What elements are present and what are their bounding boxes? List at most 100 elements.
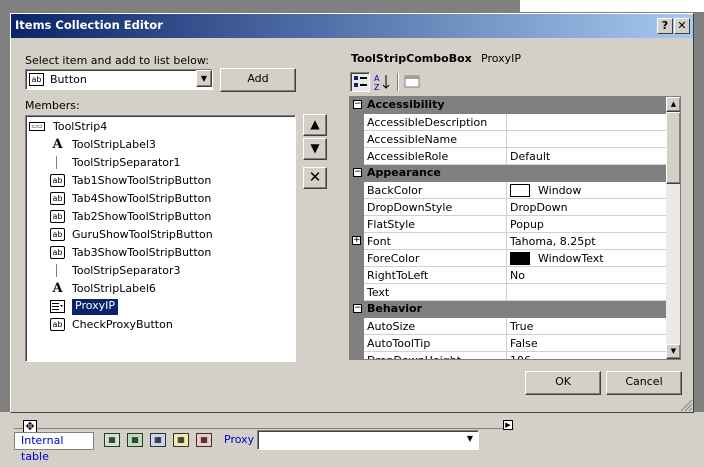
svg-text:Z: Z [374, 83, 380, 92]
list-item[interactable]: ab Tab4ShowToolStripButton [26, 190, 290, 208]
category-accessibility[interactable]: − Accessibility [350, 97, 666, 114]
property-value[interactable]: True [510, 320, 533, 333]
members-list[interactable]: ▭▭ ToolStrip4 A ToolStripLabel3 ToolStripSep… [25, 115, 296, 362]
button-icon: ab [50, 318, 65, 331]
property-value[interactable]: Tahoma, 8.25pt [510, 235, 596, 248]
list-item[interactable]: ab GuruShowToolStripButton [26, 226, 290, 244]
property-row[interactable]: AccessibleName [350, 131, 666, 148]
row-gutter [350, 352, 364, 359]
list-item[interactable]: ToolStripSeparator3 [26, 262, 290, 280]
list-item[interactable]: ab Tab2ShowToolStripButton [26, 208, 290, 226]
row-gutter [350, 114, 364, 131]
property-value[interactable]: Default [510, 150, 550, 163]
column-divider [506, 284, 507, 301]
property-row[interactable]: AccessibleRole Default [350, 148, 666, 165]
members-label: Members: [25, 99, 80, 112]
list-item[interactable]: ToolStripSeparator1 [26, 154, 290, 172]
property-value[interactable]: DropDown [510, 201, 568, 214]
property-name: AccessibleRole [367, 150, 449, 163]
grid-scrollbar[interactable]: ▲ ▼ [666, 97, 680, 359]
grid-yellow-icon[interactable]: ▦ [173, 433, 189, 447]
list-item[interactable]: ab CheckProxyButton [26, 316, 290, 334]
list-item[interactable]: A ToolStripLabel3 [26, 136, 290, 154]
property-row[interactable]: Text [350, 284, 666, 301]
category-behavior[interactable]: − Behavior [350, 301, 666, 318]
categorized-view-button[interactable] [350, 72, 370, 92]
items-collection-editor-dialog: Items Collection Editor ? ✕ Select item … [10, 13, 694, 413]
separator-icon [56, 264, 57, 277]
smart-tag-arrow-icon[interactable]: ▶ [503, 420, 513, 430]
property-name: DropDownStyle [367, 201, 453, 214]
list-item[interactable]: ▭▭ ToolStrip4 [26, 118, 290, 136]
list-item-label: CheckProxyButton [72, 318, 173, 331]
property-name: Text [367, 286, 390, 299]
grid-green-alt-icon[interactable]: ▦ [127, 433, 143, 447]
color-swatch [510, 252, 530, 265]
property-name: FlatStyle [367, 218, 416, 231]
title-bar[interactable]: Items Collection Editor ? ✕ [11, 14, 693, 38]
chevron-down-icon[interactable]: ▼ [462, 431, 478, 447]
collapse-icon[interactable]: − [353, 304, 362, 313]
tab-internal-table[interactable]: Internal table [14, 432, 94, 463]
resize-grip-icon[interactable] [679, 398, 693, 412]
collapse-icon[interactable]: − [353, 100, 362, 109]
list-item[interactable]: ab Tab3ShowToolStripButton [26, 244, 290, 262]
help-button[interactable]: ? [657, 18, 673, 34]
property-name: AccessibleDescription [367, 116, 488, 129]
list-item[interactable]: A ToolStripLabel6 [26, 280, 290, 298]
combobox-icon [50, 300, 65, 313]
grid-blue-icon[interactable]: ▦ [150, 433, 166, 447]
list-item-label: ToolStripSeparator1 [72, 156, 181, 169]
grid-red-icon[interactable]: ▦ [196, 433, 212, 447]
category-appearance[interactable]: − Appearance [350, 165, 666, 182]
property-row[interactable]: AutoToolTip False [350, 335, 666, 352]
property-value[interactable]: 106 [510, 354, 531, 359]
alphabetical-view-button[interactable]: A Z [372, 72, 392, 92]
sort-az-icon: A Z [374, 74, 390, 92]
property-row[interactable]: RightToLeft No [350, 267, 666, 284]
property-row[interactable]: ForeColor WindowText [350, 250, 666, 267]
list-item[interactable]: ab Tab1ShowToolStripButton [26, 172, 290, 190]
column-divider [506, 182, 507, 199]
proxy-combo[interactable]: ▼ [257, 430, 479, 450]
scroll-thumb[interactable] [666, 112, 680, 184]
property-row[interactable]: DropDownStyle DropDown [350, 199, 666, 216]
property-value[interactable]: WindowText [538, 252, 604, 265]
property-row[interactable]: AutoSize True [350, 318, 666, 335]
collapse-icon[interactable]: − [353, 168, 362, 177]
ok-button[interactable]: OK [525, 371, 601, 395]
delete-button[interactable]: ✕ [303, 167, 327, 189]
scroll-up-icon[interactable]: ▲ [666, 97, 680, 112]
move-down-button[interactable]: ▼ [303, 138, 327, 160]
property-row[interactable]: FlatStyle Popup [350, 216, 666, 233]
add-button[interactable]: Add [220, 68, 296, 92]
list-item-label: ToolStripLabel6 [72, 282, 156, 295]
list-item-label: ProxyIP [72, 299, 119, 315]
move-up-button[interactable]: ▲ [303, 114, 327, 136]
property-row[interactable]: DropDownHeight 106 [350, 352, 666, 359]
property-name: BackColor [367, 184, 423, 197]
property-value[interactable]: Popup [510, 218, 544, 231]
property-row[interactable]: AccessibleDescription [350, 114, 666, 131]
property-value[interactable]: No [510, 269, 525, 282]
property-row[interactable]: + Font Tahoma, 8.25pt [350, 233, 666, 250]
row-gutter [350, 182, 364, 199]
list-item[interactable]: ProxyIP [26, 298, 290, 316]
proxy-label: Proxy [224, 433, 255, 446]
property-row[interactable]: BackColor Window [350, 182, 666, 199]
item-type-combo[interactable]: ab Button ▼ [25, 69, 213, 90]
property-name: AutoSize [367, 320, 416, 333]
scroll-down-icon[interactable]: ▼ [666, 344, 680, 359]
column-divider [506, 114, 507, 131]
cancel-button[interactable]: Cancel [606, 371, 682, 395]
chevron-down-icon[interactable]: ▼ [196, 70, 212, 87]
property-value[interactable]: Window [538, 184, 581, 197]
close-button[interactable]: ✕ [674, 18, 690, 34]
list-item-label: ToolStripLabel3 [72, 138, 156, 151]
property-value[interactable]: False [510, 337, 538, 350]
property-pages-button[interactable] [402, 72, 422, 92]
expand-icon[interactable]: + [352, 236, 361, 245]
row-gutter [350, 131, 364, 148]
grid-green-icon[interactable]: ▦ [104, 433, 120, 447]
property-grid[interactable]: − Accessibility AccessibleDescription Acces… [349, 96, 681, 360]
